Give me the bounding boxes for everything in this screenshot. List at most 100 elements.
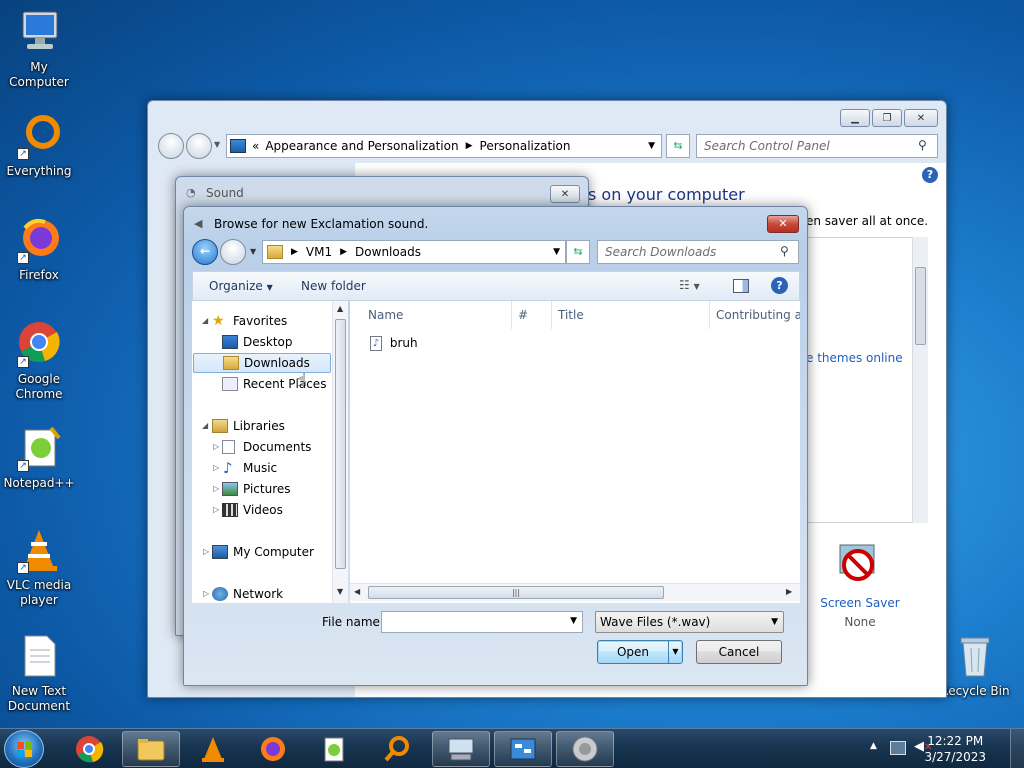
chevron-down-icon[interactable]: ▼ (648, 141, 655, 151)
chevron-down-icon[interactable]: ▼ (570, 616, 577, 626)
nav-item-documents[interactable]: ▷ Documents (192, 437, 342, 457)
collapse-triangle-icon[interactable]: ▷ (213, 479, 219, 499)
recent-pages-chevron-icon[interactable]: ▼ (214, 140, 220, 149)
minimize-button[interactable]: ▁ (840, 109, 870, 127)
forward-button[interactable] (186, 133, 212, 159)
taskbar-explorer[interactable] (122, 731, 180, 767)
nav-item-favorites[interactable]: ◢ ★ Favorites (192, 311, 342, 331)
address-bar[interactable]: ▶ VM1 ▶ Downloads ▼ (262, 240, 566, 264)
taskbar-vlc[interactable] (184, 731, 242, 767)
search-input[interactable]: Search Downloads (597, 240, 799, 264)
nav-item-downloads[interactable]: Downloads (193, 353, 331, 373)
desktop-icon-notepadpp[interactable]: ↗ Notepad++ (0, 424, 78, 491)
back-button[interactable] (158, 133, 184, 159)
refresh-button[interactable]: ⇆ (566, 240, 590, 264)
nav-item-videos[interactable]: ▷ Videos (192, 500, 342, 520)
preview-pane-icon[interactable] (733, 279, 749, 293)
desktop-icon-vlc[interactable]: ↗ VLC media player (0, 526, 78, 608)
taskbar-notepadpp[interactable] (306, 731, 364, 767)
recycle-bin-icon (951, 632, 999, 680)
control-panel-icon (510, 738, 536, 760)
chevron-down-icon[interactable]: ▼ (553, 247, 560, 257)
nav-item-recent-places[interactable]: Recent Places (192, 374, 342, 394)
open-split-arrow-icon[interactable]: ▼ (668, 641, 682, 663)
chevron-down-icon: ▼ (771, 617, 778, 627)
help-icon[interactable]: ? (771, 277, 788, 294)
breadcrumb-item[interactable]: VM1 (306, 245, 332, 259)
column-header-contributing-artists[interactable]: Contributing ar (708, 301, 800, 329)
view-options-icon[interactable]: ☷ ▼ (679, 278, 700, 292)
desktop-icon-everything[interactable]: ↗ Everything (0, 112, 78, 179)
column-header-name[interactable]: Name (360, 301, 512, 329)
scroll-left-arrow-icon[interactable]: ◀ (354, 587, 360, 596)
scroll-right-arrow-icon[interactable]: ▶ (786, 587, 792, 596)
collapse-triangle-icon[interactable]: ▷ (203, 584, 209, 604)
nav-item-network[interactable]: ▷ Network (192, 584, 342, 604)
cancel-button[interactable]: Cancel (696, 640, 782, 664)
scroll-thumb[interactable]: ||| (368, 586, 664, 599)
network-tray-icon[interactable] (890, 741, 906, 755)
restore-button[interactable]: ❐ (872, 109, 902, 127)
expand-triangle-icon[interactable]: ◢ (202, 416, 208, 436)
forward-button[interactable] (220, 239, 246, 265)
close-button[interactable]: ✕ (904, 109, 938, 127)
taskbar-device-manager[interactable] (432, 731, 490, 767)
open-button[interactable]: Open ▼ (597, 640, 683, 664)
breadcrumb-item[interactable]: Appearance and Personalization (265, 139, 458, 153)
nav-item-music[interactable]: ▷ ♪ Music (192, 458, 342, 478)
back-button[interactable]: ← (192, 239, 218, 265)
clock-time: 12:22 PM (927, 734, 984, 748)
collapse-triangle-icon[interactable]: ▷ (213, 458, 219, 478)
collapse-triangle-icon[interactable]: ▷ (203, 542, 209, 562)
scroll-up-arrow-icon[interactable]: ▲ (337, 304, 343, 313)
screen-saver-link[interactable]: Screen Saver (808, 596, 912, 610)
recent-pages-chevron-icon[interactable]: ▼ (250, 247, 256, 256)
taskbar-everything[interactable] (368, 731, 426, 767)
system-clock[interactable]: 12:22 PM 3/27/2023 (924, 733, 986, 765)
nav-item-my-computer[interactable]: ▷ My Computer (192, 542, 342, 562)
organize-button[interactable]: Organize ▼ (209, 279, 273, 293)
browse-close-button[interactable]: ✕ (767, 215, 799, 233)
sound-close-button[interactable]: ✕ (550, 185, 580, 203)
file-type-select[interactable]: Wave Files (*.wav) ▼ (595, 611, 784, 633)
scroll-down-arrow-icon[interactable]: ▼ (337, 587, 343, 596)
search-input[interactable]: Search Control Panel (696, 134, 938, 158)
themes-scrollbar[interactable] (912, 237, 928, 523)
column-header-title[interactable]: Title (550, 301, 710, 329)
file-row[interactable]: ♪ bruh (370, 333, 418, 353)
breadcrumb-item[interactable]: Personalization (480, 139, 571, 153)
taskbar-sound[interactable] (556, 731, 614, 767)
address-bar[interactable]: « Appearance and Personalization ▶ Perso… (226, 134, 662, 158)
search-icon[interactable]: ⚲ (780, 244, 789, 258)
search-icon[interactable]: ⚲ (918, 138, 927, 152)
desktop-icon-recycle-bin[interactable]: Recycle Bin (936, 632, 1014, 699)
desktop-icon-chrome[interactable]: ↗ Google Chrome (0, 320, 78, 402)
show-hidden-icons-button[interactable]: ▲ (870, 741, 877, 751)
help-icon[interactable]: ? (922, 167, 938, 183)
refresh-button[interactable]: ⇆ (666, 134, 690, 158)
column-header-number[interactable]: # (510, 301, 552, 329)
nav-scrollbar[interactable]: ▲ ▼ (332, 301, 348, 603)
desktop-icon-new-text-document[interactable]: New Text Document (0, 632, 78, 714)
horizontal-scrollbar[interactable]: ◀ ||| ▶ (350, 583, 800, 601)
nav-item-libraries[interactable]: ◢ Libraries (192, 416, 342, 436)
taskbar-chrome[interactable] (60, 731, 118, 767)
scroll-thumb[interactable] (915, 267, 926, 345)
get-more-themes-link[interactable]: e themes online (806, 351, 903, 365)
collapse-triangle-icon[interactable]: ▷ (213, 437, 219, 457)
scroll-thumb[interactable] (335, 319, 346, 569)
taskbar-control-panel[interactable] (494, 731, 552, 767)
file-name-input[interactable]: ▼ (381, 611, 583, 633)
screen-saver-icon[interactable] (836, 543, 880, 587)
nav-item-desktop[interactable]: Desktop (192, 332, 342, 352)
new-folder-button[interactable]: New folder (301, 279, 366, 293)
taskbar-firefox[interactable] (244, 731, 302, 767)
desktop-icon-my-computer[interactable]: My Computer (0, 8, 78, 90)
nav-item-pictures[interactable]: ▷ Pictures (192, 479, 342, 499)
start-button[interactable] (4, 730, 44, 768)
collapse-triangle-icon[interactable]: ▷ (213, 500, 219, 520)
expand-triangle-icon[interactable]: ◢ (202, 311, 208, 331)
show-desktop-button[interactable] (1010, 729, 1024, 768)
desktop-icon-firefox[interactable]: ↗ Firefox (0, 216, 78, 283)
breadcrumb-item[interactable]: Downloads (355, 245, 421, 259)
